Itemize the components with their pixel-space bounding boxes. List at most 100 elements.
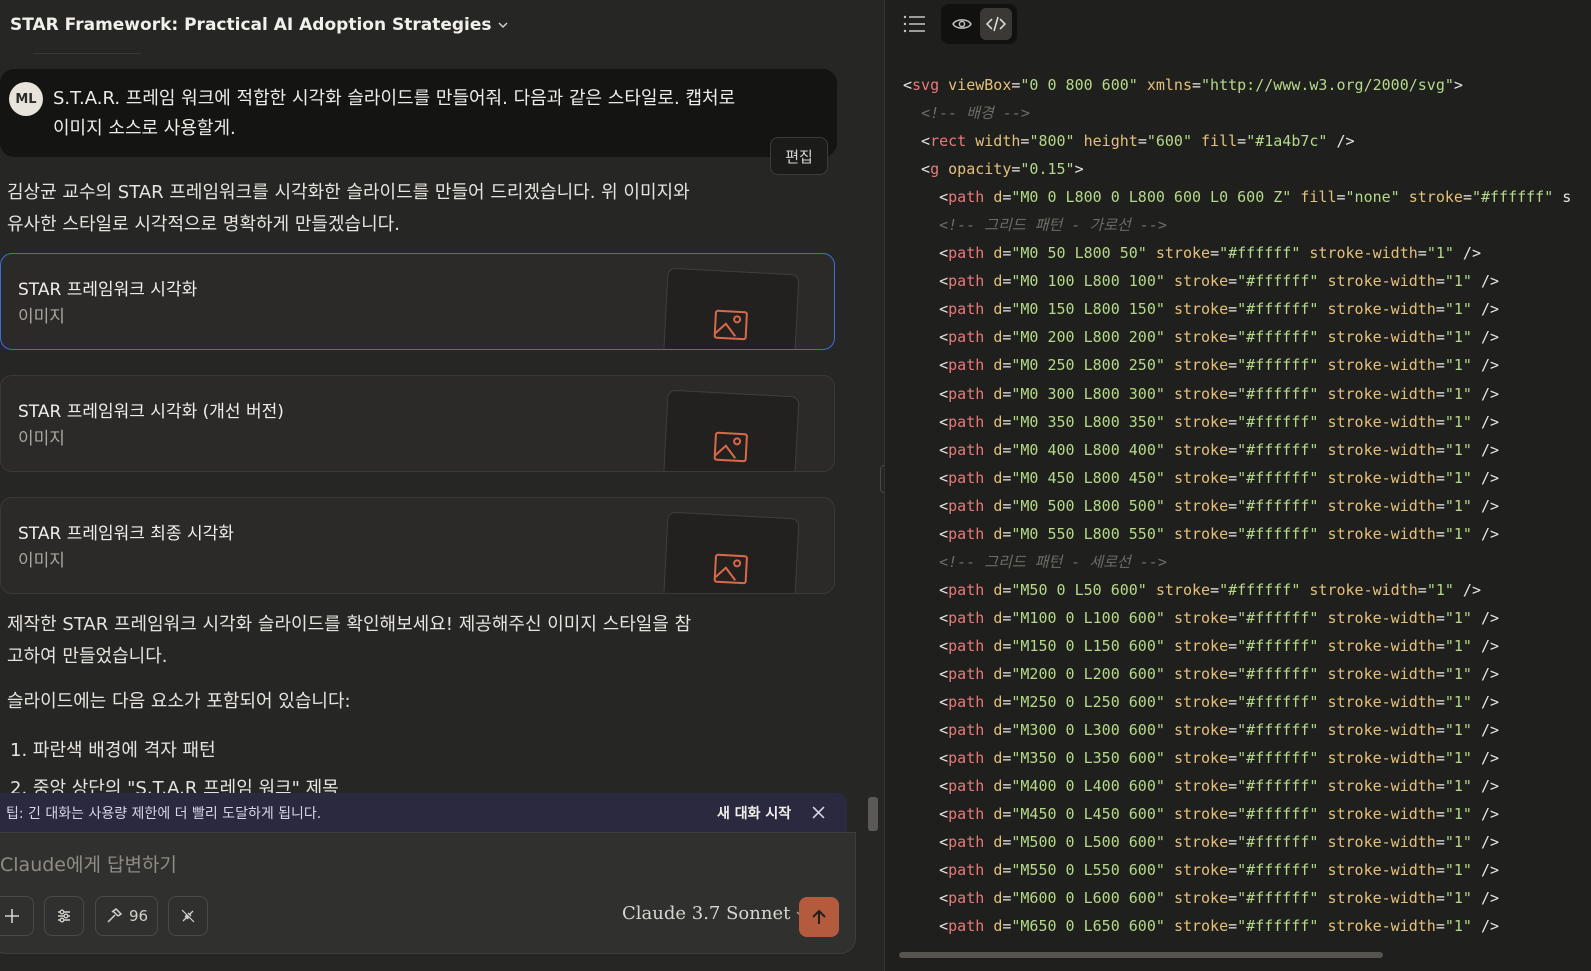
new-chat-button[interactable]: 새 대화 시작 [717, 803, 791, 823]
code-token: stroke-width [1309, 580, 1418, 599]
code-token: stroke [1173, 524, 1229, 543]
code-token: /> [1471, 777, 1500, 796]
code-token: < [903, 440, 949, 459]
code-token: /> [1471, 384, 1500, 403]
model-selector[interactable]: Claude 3.7 Sonnet [622, 903, 806, 924]
code-token: "#ffffff" [1237, 721, 1319, 740]
code-token: = [1435, 412, 1445, 431]
code-token: /> [1471, 496, 1500, 515]
artifact-card[interactable]: STAR 프레임워크 최종 시각화 이미지 [0, 497, 835, 594]
code-token: stroke [1173, 636, 1229, 655]
code-token: < [903, 272, 949, 291]
code-token: "1" [1444, 440, 1472, 459]
code-token: d [993, 693, 1003, 712]
code-token: path [948, 861, 985, 880]
code-token: < [903, 721, 949, 740]
horizontal-scrollbar[interactable] [899, 952, 1383, 958]
edit-button[interactable]: 편집 [770, 137, 828, 175]
integrations-button[interactable] [168, 896, 208, 936]
list-icon[interactable] [903, 14, 927, 34]
code-token: path [948, 608, 985, 627]
scrollbar[interactable] [868, 797, 878, 831]
chevron-down-icon [498, 22, 507, 28]
code-token: = [1435, 468, 1445, 487]
code-token: = [1228, 861, 1238, 880]
code-token: stroke [1173, 328, 1229, 347]
code-token: stroke [1173, 749, 1229, 768]
artifact-card[interactable]: STAR 프레임워크 시각화 이미지 [0, 253, 835, 350]
code-token: "1" [1444, 328, 1472, 347]
artifact-thumbnail [662, 511, 800, 593]
code-token: "M0 400 L800 400" [1011, 440, 1165, 459]
artifact-type: 이미지 [18, 307, 65, 327]
code-line: <!-- 그리드 패턴 - 세로선 --> [903, 548, 1591, 576]
code-token: "M200 0 L200 600" [1011, 664, 1165, 683]
code-token: = [1435, 300, 1445, 319]
code-token: "1" [1444, 917, 1472, 936]
code-line: <path d="M650 0 L650 600" stroke="#fffff… [903, 912, 1591, 940]
code-token: > [1453, 76, 1463, 94]
assistant-intro-line: 김상균 교수의 STAR 프레임워크를 시각화한 슬라이드를 만들어 드리겠습니… [7, 182, 690, 203]
code-line: <path d="M350 0 L350 600" stroke="#fffff… [903, 744, 1591, 772]
code-token: "M400 0 L400 600" [1011, 777, 1165, 796]
message-input[interactable]: Claude에게 답변하기 [0, 850, 177, 877]
artifact-card[interactable]: STAR 프레임워크 시각화 (개선 버전) 이미지 [0, 375, 835, 472]
code-line: <path d="M0 0 L800 0 L800 600 L0 600 Z" … [903, 183, 1591, 211]
code-token: "1" [1444, 777, 1472, 796]
code-token: path [948, 833, 985, 852]
code-token: = [1228, 524, 1238, 543]
code-token: "1" [1444, 356, 1472, 375]
preview-tab[interactable] [946, 8, 978, 40]
code-line: <path d="M0 450 L800 450" stroke="#fffff… [903, 464, 1591, 492]
code-token: path [948, 693, 985, 712]
code-token: d [993, 496, 1003, 515]
code-token: < [903, 664, 949, 683]
code-token: /> [1453, 580, 1481, 599]
code-token: < [903, 244, 949, 263]
code-token: /> [1471, 721, 1500, 740]
settings-button[interactable] [44, 896, 84, 936]
code-token: "1" [1444, 384, 1472, 403]
code-line: <path d="M0 150 L800 150" stroke="#fffff… [903, 295, 1591, 323]
code-token: "#ffffff" [1237, 440, 1319, 459]
code-line: <path d="M0 100 L800 100" stroke="#fffff… [903, 267, 1591, 295]
code-token: stroke-width [1327, 749, 1436, 768]
code-line: <!-- 배경 --> [903, 99, 1591, 127]
code-token: stroke-width [1327, 272, 1436, 291]
conversation-title[interactable]: STAR Framework: Practical AI Adoption St… [10, 12, 508, 38]
code-token: stroke [1173, 272, 1229, 291]
code-token: "#ffffff" [1237, 833, 1319, 852]
code-token: = [1192, 76, 1202, 94]
code-view: <svg viewBox="0 0 800 600" xmlns="http:/… [903, 71, 1591, 940]
code-token: path [948, 524, 985, 543]
code-tab[interactable] [980, 8, 1012, 40]
code-line: <path d="M250 0 L250 600" stroke="#fffff… [903, 688, 1591, 716]
code-token: < [903, 356, 949, 375]
assistant-outro-line: 제작한 STAR 프레임워크 시각화 슬라이드를 확인해보세요! 제공해주신 이… [7, 614, 692, 635]
code-token: stroke [1155, 580, 1211, 599]
code-token: "1" [1444, 496, 1472, 515]
code-token: d [993, 524, 1003, 543]
code-token: d [993, 721, 1003, 740]
code-token: path [948, 889, 985, 908]
add-button[interactable] [0, 896, 34, 936]
code-token: stroke-width [1327, 468, 1436, 487]
code-token: d [993, 664, 1003, 683]
code-token: "1" [1444, 861, 1472, 880]
code-token: /> [1471, 833, 1500, 852]
code-token: "M0 50 L800 50" [1011, 244, 1147, 263]
code-token: = [1228, 889, 1238, 908]
send-button[interactable] [799, 897, 839, 937]
close-icon[interactable] [812, 806, 825, 819]
tools-button[interactable]: 96 [95, 896, 158, 936]
code-token: "#ffffff" [1471, 188, 1554, 207]
